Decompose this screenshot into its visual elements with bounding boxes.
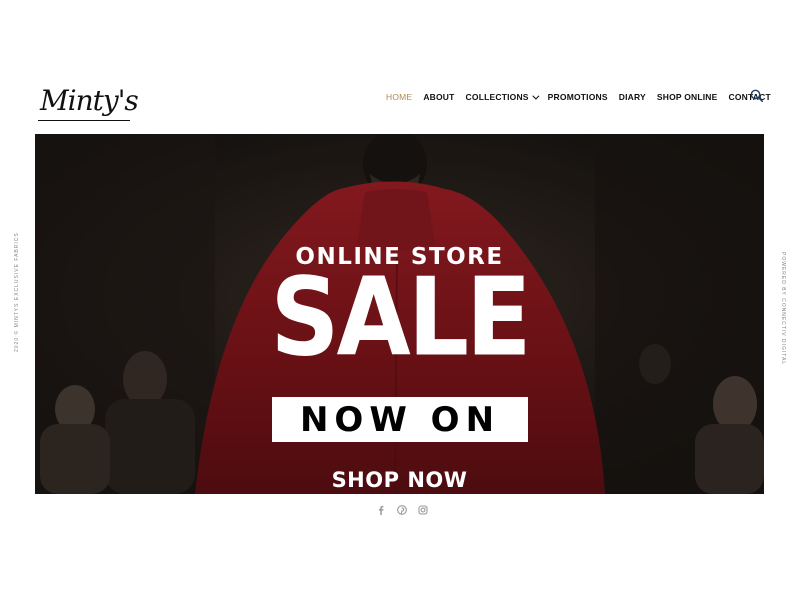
nav-item-collections[interactable]: COLLECTIONS [465,92,540,102]
pinterest-icon[interactable] [397,505,407,515]
main-nav: HOME ABOUT COLLECTIONS PROMOTIONS DIARY … [386,90,782,104]
powered-by-text[interactable]: POWERED BY CONNECTIV DIGITAL [780,252,786,365]
shop-now-button[interactable]: SHOP NOW [35,468,764,492]
hero-badge-text: NOW ON [299,399,501,440]
social-links [376,505,428,515]
chevron-down-icon [532,92,540,100]
search-icon[interactable] [750,89,763,102]
nav-item-about[interactable]: ABOUT [423,92,454,102]
hero-text-overlay: ONLINE STORE SALE NOW ON SHOP NOW [35,134,764,494]
logo-underline [38,120,130,121]
nav-item-collections-label: COLLECTIONS [465,92,529,102]
facebook-icon[interactable] [376,505,386,515]
copyright-text: 2020 © MINTYS EXCLUSIVE FABRICS [14,232,20,352]
brand-logo[interactable]: Minty's [38,84,139,130]
logo-text: Minty's [40,84,139,117]
nav-item-home[interactable]: HOME [386,92,412,102]
hero-badge: NOW ON [272,397,528,442]
nav-item-diary[interactable]: DIARY [619,92,646,102]
instagram-icon[interactable] [418,505,428,515]
hero-banner[interactable]: ONLINE STORE SALE NOW ON SHOP NOW [35,134,764,494]
nav-item-shop-online[interactable]: SHOP ONLINE [657,92,718,102]
hero-headline: SALE [270,255,531,381]
nav-item-promotions[interactable]: PROMOTIONS [548,92,608,102]
